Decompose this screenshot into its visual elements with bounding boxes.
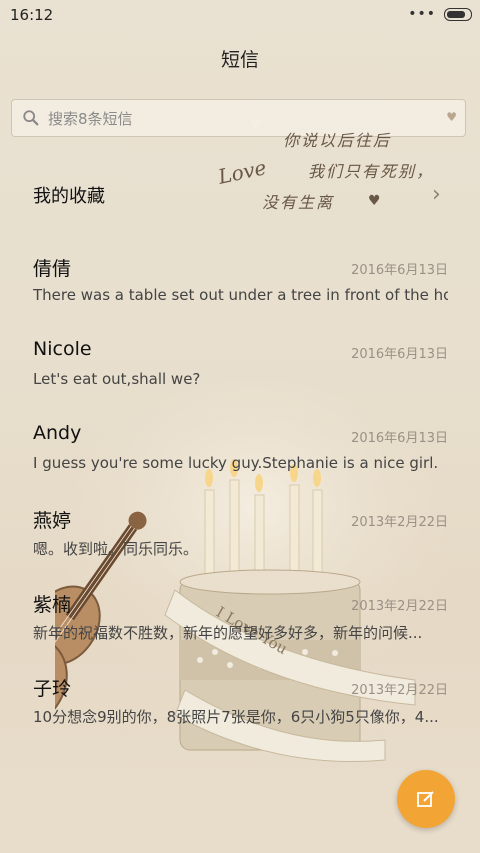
search-icon [23,110,39,126]
message-snippet: 新年的祝福数不胜数，新年的愿望好多好多，新年的问候... [33,624,423,642]
conversation-item[interactable]: 紫楠 2013年2月22日 新年的祝福数不胜数，新年的愿望好多好多，新年的问候.… [0,590,480,670]
message-date: 2016年6月13日 [351,263,448,278]
signal-dots-icon: ••• [408,6,436,22]
favorites-label: 我的收藏 [33,186,105,207]
message-snippet: 嗯。收到啦。同乐同乐。 [33,540,199,558]
message-date: 2016年6月13日 [351,431,448,446]
message-date: 2016年6月13日 [351,347,448,362]
message-snippet: Let's eat out,shall we? [33,370,201,388]
message-date: 2013年2月22日 [351,599,448,614]
battery-icon [444,7,472,21]
message-snippet: I guess you're some lucky guy.Stephanie … [33,454,439,472]
conversation-item[interactable]: 子玲 2013年2月22日 10分想念9别的你，8张照片7张是你，6只小狗5只像… [0,674,480,754]
message-date: 2013年2月22日 [351,515,448,530]
conversation-item[interactable]: Nicole 2016年6月13日 Let's eat out,shall we… [0,338,480,418]
contact-name: 子玲 [33,678,72,700]
contact-name: Nicole [33,338,92,360]
contact-name: 倩倩 [33,258,72,280]
status-time: 16:12 [10,6,54,24]
wallpaper-heart-icon: ♥ [250,118,262,133]
conversation-item[interactable]: Andy 2016年6月13日 I guess you're some luck… [0,422,480,502]
compose-button[interactable] [397,770,455,828]
message-snippet: 10分想念9别的你，8张照片7张是你，6只小狗5只像你，4... [33,708,439,726]
contact-name: 燕婷 [33,510,72,532]
message-date: 2013年2月22日 [351,683,448,698]
conversation-item[interactable]: 倩倩 2016年6月13日 There was a table set out … [0,254,480,334]
status-bar: 16:12 ••• [0,0,480,30]
heart-icon: ♥ [446,110,457,124]
wallpaper-poem-line1: 你说以后往后 [283,131,392,150]
page-title: 短信 [220,49,259,71]
favorites-row[interactable]: 我的收藏 › [0,168,480,224]
chevron-right-icon: › [432,182,441,207]
conversation-item[interactable]: 燕婷 2013年2月22日 嗯。收到啦。同乐同乐。 [0,506,480,586]
message-snippet: There was a table set out under a tree i… [33,286,448,304]
contact-name: 紫楠 [33,594,72,616]
compose-icon [417,791,434,807]
status-icons: ••• [408,6,472,22]
search-bar[interactable]: ♥ [11,99,466,137]
contact-name: Andy [33,422,82,444]
